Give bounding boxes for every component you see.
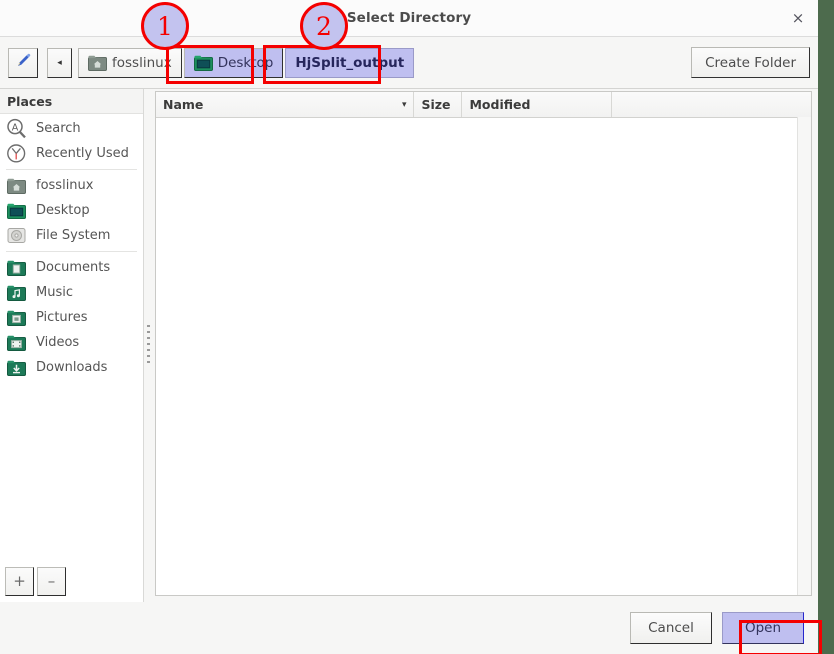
column-headers: Name ▾ Size Modified xyxy=(156,92,811,118)
sidebar-item-documents[interactable]: Documents xyxy=(0,255,143,280)
documents-folder-icon xyxy=(5,257,27,279)
sidebar-item-label: Videos xyxy=(36,335,80,350)
pencil-icon xyxy=(15,52,32,73)
select-directory-dialog: Select Directory × ◂ fosslinux Desktop H… xyxy=(0,0,818,654)
crumb-label: Desktop xyxy=(217,54,274,71)
add-bookmark-button[interactable]: + xyxy=(5,566,34,596)
file-pane-wrapper: Name ▾ Size Modified xyxy=(155,89,818,602)
home-folder-icon xyxy=(88,55,107,71)
places-sidebar: Places A Search Recently Used fosslinux … xyxy=(0,89,144,602)
column-header-modified[interactable]: Modified xyxy=(461,92,611,117)
sidebar-item-label: Music xyxy=(36,285,73,300)
sidebar-item-recently-used[interactable]: Recently Used xyxy=(0,141,143,166)
file-list[interactable] xyxy=(156,118,811,595)
sidebar-item-file-system[interactable]: File System xyxy=(0,223,143,248)
column-header-label: Size xyxy=(421,97,451,112)
sidebar-item-videos[interactable]: Videos xyxy=(0,330,143,355)
close-icon[interactable]: × xyxy=(786,6,810,30)
crumb-label: HjSplit_output xyxy=(295,54,405,71)
sidebar-item-search[interactable]: A Search xyxy=(0,116,143,141)
screen: Select Directory × ◂ fosslinux Desktop H… xyxy=(0,0,834,654)
sidebar-divider xyxy=(6,251,137,252)
desktop-folder-icon xyxy=(193,55,213,71)
remove-bookmark-button[interactable]: – xyxy=(37,566,66,596)
music-folder-icon xyxy=(5,282,27,304)
places-footer: + – xyxy=(0,560,143,602)
open-button[interactable]: Open xyxy=(722,612,804,644)
column-header-label: Name xyxy=(163,97,204,112)
action-bar: Cancel Open xyxy=(0,602,818,654)
sidebar-item-label: Desktop xyxy=(36,203,90,218)
sidebar-item-music[interactable]: Music xyxy=(0,280,143,305)
crumb-fosslinux[interactable]: fosslinux xyxy=(78,47,182,78)
pictures-folder-icon xyxy=(5,307,27,329)
sidebar-item-fosslinux[interactable]: fosslinux xyxy=(0,173,143,198)
chevron-down-icon: ▾ xyxy=(401,99,407,110)
sidebar-splitter[interactable] xyxy=(144,89,155,602)
path-back-button[interactable]: ◂ xyxy=(47,47,72,78)
sidebar-item-label: Pictures xyxy=(36,310,88,325)
sidebar-item-label: Search xyxy=(36,121,81,136)
places-header: Places xyxy=(0,89,143,114)
sidebar-item-label: Downloads xyxy=(36,360,108,375)
type-path-button[interactable] xyxy=(8,47,38,78)
sidebar-divider xyxy=(6,169,137,170)
column-header-size[interactable]: Size xyxy=(413,92,461,117)
disk-icon xyxy=(5,225,27,247)
crumb-label: fosslinux xyxy=(112,54,172,71)
cancel-button[interactable]: Cancel xyxy=(630,612,712,644)
file-list-scrollbar[interactable] xyxy=(797,117,811,595)
path-toolbar: ◂ fosslinux Desktop HjSplit_output Creat… xyxy=(0,37,818,89)
sidebar-item-label: File System xyxy=(36,228,111,243)
svg-text:A: A xyxy=(11,122,18,133)
home-folder-icon xyxy=(5,175,27,197)
splitter-grip-icon xyxy=(147,324,150,367)
clock-icon xyxy=(5,143,27,165)
window-title: Select Directory xyxy=(346,10,472,26)
places-list: A Search Recently Used fosslinux Desktop… xyxy=(0,114,143,560)
breadcrumb: fosslinux Desktop HjSplit_output xyxy=(78,47,415,78)
sidebar-item-downloads[interactable]: Downloads xyxy=(0,355,143,380)
videos-folder-icon xyxy=(5,332,27,354)
search-icon: A xyxy=(5,118,27,140)
downloads-folder-icon xyxy=(5,357,27,379)
sidebar-item-label: Documents xyxy=(36,260,111,275)
dialog-body: Places A Search Recently Used fosslinux … xyxy=(0,89,818,602)
crumb-hjsplit-output[interactable]: HjSplit_output xyxy=(285,47,415,78)
column-header-name[interactable]: Name ▾ xyxy=(156,92,413,117)
column-header-filler xyxy=(611,92,811,117)
titlebar: Select Directory × xyxy=(0,0,818,37)
file-pane: Name ▾ Size Modified xyxy=(155,91,812,596)
sidebar-item-pictures[interactable]: Pictures xyxy=(0,305,143,330)
create-folder-button[interactable]: Create Folder xyxy=(691,47,810,78)
sidebar-item-desktop[interactable]: Desktop xyxy=(0,198,143,223)
sidebar-item-label: Recently Used xyxy=(36,146,129,161)
sidebar-item-label: fosslinux xyxy=(36,178,94,193)
column-header-label: Modified xyxy=(469,97,531,112)
crumb-desktop[interactable]: Desktop xyxy=(183,47,284,78)
desktop-folder-icon xyxy=(5,200,27,222)
